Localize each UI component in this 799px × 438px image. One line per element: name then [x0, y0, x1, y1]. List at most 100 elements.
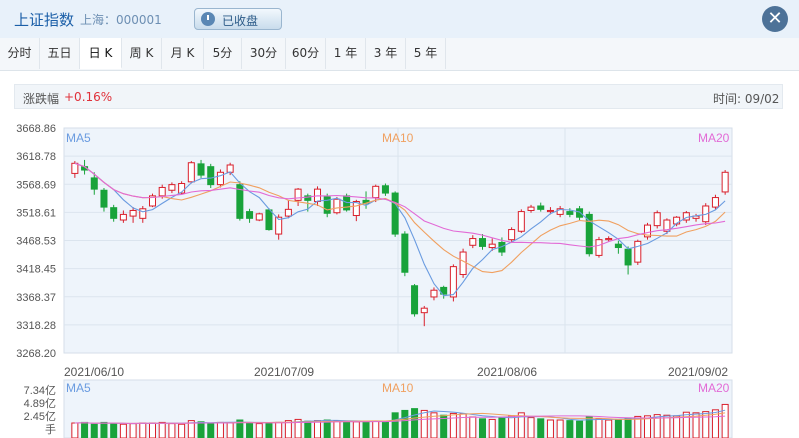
- ma10-label: MA10: [382, 131, 414, 145]
- volume-bar: [721, 403, 729, 438]
- market-status-button[interactable]: 已收盘: [194, 8, 282, 30]
- clock-icon: [201, 12, 215, 26]
- candle-body: [420, 307, 428, 314]
- x-tick-label: 2021/08/06: [477, 365, 537, 379]
- volume-bar: [119, 423, 127, 438]
- volume-bar: [323, 419, 331, 438]
- candle-body: [333, 198, 341, 214]
- volume-bar: [498, 417, 506, 438]
- candle-body: [226, 164, 234, 173]
- volume-tick-label: 2.45亿: [24, 410, 56, 423]
- volume-bar: [148, 422, 157, 438]
- volume-bar: [605, 419, 613, 438]
- volume-bar: [614, 418, 622, 438]
- candle-body: [129, 209, 137, 217]
- tab-6[interactable]: 30分: [242, 38, 286, 69]
- candle-body: [187, 162, 195, 183]
- candle-body: [100, 189, 108, 208]
- candle-body: [459, 251, 467, 275]
- volume-bar: [449, 412, 457, 438]
- volume-bar: [411, 408, 419, 438]
- volume-tick-label: 7.34亿: [24, 384, 56, 397]
- candle-body: [168, 184, 176, 191]
- volume-bar: [265, 422, 273, 438]
- volume-unit-label: 手: [45, 422, 56, 436]
- tab-2[interactable]: 日 K: [80, 38, 122, 69]
- candle-body: [430, 289, 438, 298]
- candle-body: [411, 285, 419, 315]
- volume-bar: [576, 420, 584, 438]
- vol-ma10-label: MA10: [382, 381, 414, 395]
- volume-bar: [381, 421, 389, 438]
- candle-body: [517, 211, 525, 232]
- candle-body: [478, 238, 487, 247]
- volume-bar: [556, 419, 564, 438]
- volume-bar: [275, 421, 283, 438]
- candle-body: [469, 238, 477, 246]
- market-status-label: 已收盘: [222, 14, 259, 28]
- volume-bar: [527, 417, 535, 438]
- x-tick-label: 2021/09/02: [668, 365, 728, 379]
- candle-body: [372, 185, 380, 199]
- tab-4[interactable]: 月 K: [162, 38, 204, 69]
- volume-bar: [595, 418, 603, 438]
- tab-10[interactable]: 5 年: [406, 38, 446, 69]
- tab-1[interactable]: 五日: [40, 38, 80, 69]
- volume-bar: [90, 423, 98, 438]
- y-tick-label: 3368.37: [16, 292, 56, 304]
- vol-ma20-label: MA20: [698, 381, 730, 395]
- candle-body: [401, 233, 409, 273]
- candle-body: [119, 213, 127, 221]
- y-tick-label: 3468.53: [16, 236, 56, 248]
- candle-body: [488, 243, 496, 249]
- volume-bar: [246, 422, 254, 438]
- volume-bar: [624, 417, 632, 438]
- y-tick-label: 3618.78: [16, 151, 56, 163]
- ma20-label: MA20: [698, 131, 730, 145]
- volume-bar: [401, 409, 409, 438]
- volume-bar: [372, 420, 380, 438]
- ma5-label: MA5: [66, 131, 91, 145]
- candle-body: [246, 211, 254, 219]
- candle-body: [605, 238, 613, 241]
- index-title: 上证指数: [14, 11, 75, 29]
- candle-body: [653, 212, 661, 227]
- vol-ma5-label: MA5: [66, 381, 91, 395]
- candle-body: [216, 171, 224, 186]
- volume-bar: [352, 421, 360, 438]
- tab-3[interactable]: 周 K: [122, 38, 162, 69]
- volume-bar: [255, 423, 263, 438]
- volume-bar: [207, 422, 215, 438]
- tab-7[interactable]: 60分: [286, 38, 326, 69]
- y-tick-label: 3518.61: [16, 207, 56, 219]
- index-code: 上海：000001: [80, 13, 162, 27]
- volume-bar: [673, 415, 681, 438]
- candle-body: [614, 243, 622, 249]
- candle-body: [624, 248, 632, 266]
- volume-bar: [663, 414, 671, 438]
- candle-body: [566, 211, 574, 215]
- candle-body: [139, 208, 147, 219]
- tab-9[interactable]: 3 年: [366, 38, 406, 69]
- volume-tick-label: 4.89亿: [24, 397, 56, 410]
- volume-bar: [362, 421, 370, 438]
- candle-body: [265, 209, 273, 231]
- volume-bar: [139, 422, 147, 438]
- change-label: 涨跌幅: [23, 92, 60, 106]
- tab-5[interactable]: 5分: [204, 38, 242, 69]
- volume-bar: [129, 423, 137, 438]
- volume-bar: [333, 420, 341, 438]
- volume-bar: [469, 416, 477, 438]
- close-button[interactable]: ✕: [762, 6, 788, 32]
- volume-bar: [110, 423, 118, 438]
- y-tick-label: 3268.20: [16, 348, 56, 360]
- volume-bar: [546, 419, 554, 438]
- change-value: +0.16%: [64, 90, 113, 104]
- candle-body: [595, 239, 603, 256]
- tab-8[interactable]: 1 年: [326, 38, 366, 69]
- y-tick-label: 3668.86: [16, 123, 56, 135]
- y-tick-label: 3418.45: [16, 264, 56, 276]
- candle-body: [255, 213, 263, 221]
- candle-body: [634, 240, 642, 263]
- tab-0[interactable]: 分时: [0, 38, 40, 69]
